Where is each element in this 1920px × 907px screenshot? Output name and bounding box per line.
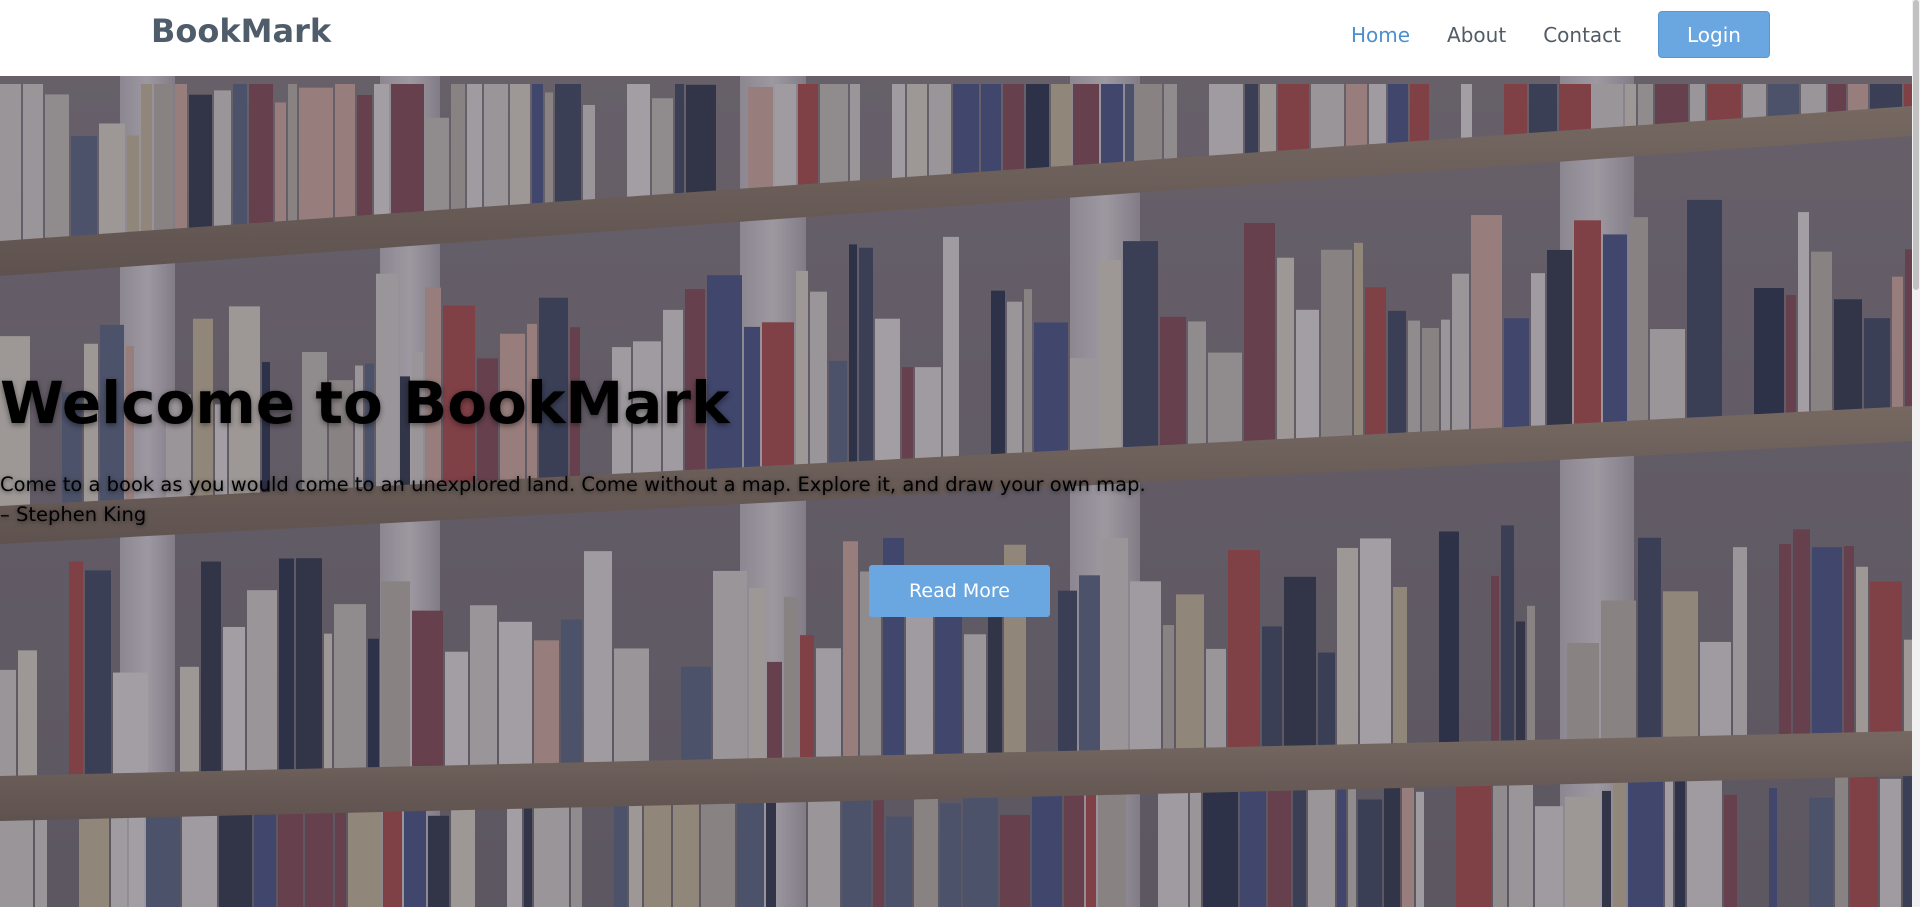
hero-title: Welcome to BookMark (0, 369, 730, 437)
page-scrollbar[interactable] (1912, 0, 1920, 907)
page: BookMark Home About Contact Login Welcom… (0, 0, 1920, 907)
nav-links: Home About Contact Login (1351, 11, 1770, 58)
navbar: BookMark Home About Contact Login (0, 0, 1920, 76)
scrollbar-thumb[interactable] (1913, 0, 1919, 290)
nav-link-home[interactable]: Home (1351, 23, 1410, 47)
login-button[interactable]: Login (1658, 11, 1770, 58)
hero-quote-text: Come to a book as you would come to an u… (0, 473, 1146, 496)
hero-section: Welcome to BookMark Come to a book as yo… (0, 76, 1912, 907)
hero-quote: Come to a book as you would come to an u… (0, 470, 1912, 530)
nav-link-contact[interactable]: Contact (1543, 23, 1621, 47)
nav-link-about[interactable]: About (1447, 23, 1506, 47)
read-more-button[interactable]: Read More (869, 565, 1050, 617)
hero-quote-author: – Stephen King (0, 503, 147, 526)
brand-logo[interactable]: BookMark (151, 12, 331, 50)
